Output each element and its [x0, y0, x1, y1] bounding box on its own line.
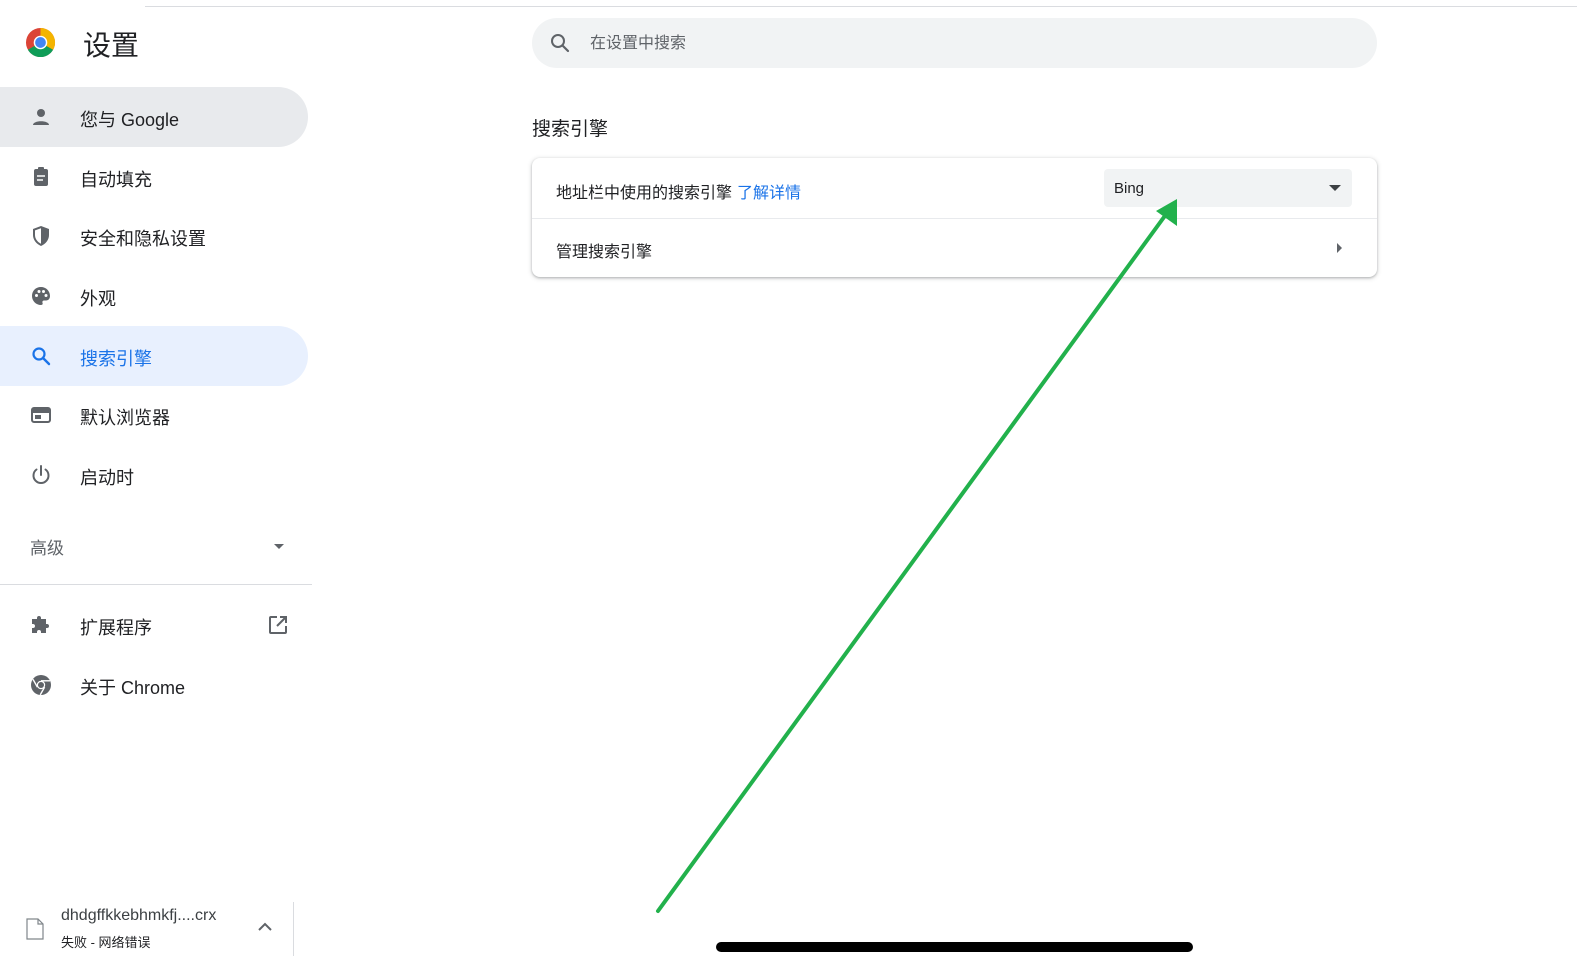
sidebar-item-label: 外观 — [80, 289, 116, 309]
power-icon — [32, 465, 50, 484]
search-engine-dropdown[interactable]: Bing — [1104, 169, 1352, 207]
caret-down-icon — [274, 544, 284, 549]
sidebar-item-label: 启动时 — [80, 468, 134, 488]
sidebar-item-search-engine[interactable]: 搜索引擎 — [0, 326, 308, 386]
chevron-right-icon — [1337, 243, 1342, 253]
sidebar-item-you-and-google[interactable]: 您与 Google — [0, 87, 308, 147]
chrome-outline-icon — [31, 675, 51, 696]
learn-more-link[interactable]: 了解详情 — [737, 185, 801, 202]
sidebar-item-default-browser[interactable]: 默认浏览器 — [0, 385, 308, 445]
settings-search-bar[interactable] — [532, 18, 1377, 70]
sidebar-item-label: 您与 Google — [80, 110, 180, 130]
open-in-new-icon — [269, 616, 287, 634]
puzzle-icon — [32, 616, 49, 633]
sidebar-item-label: 默认浏览器 — [80, 408, 170, 428]
sidebar-advanced-toggle[interactable]: 高级 — [0, 514, 308, 574]
shield-icon — [33, 226, 49, 246]
sidebar-item-about-chrome[interactable]: 关于 Chrome — [0, 655, 308, 715]
browser-window-icon — [31, 407, 51, 423]
download-separator — [293, 902, 294, 956]
address-bar-engine-row: 地址栏中使用的搜索引擎 了解详情 Bing — [532, 158, 1377, 219]
sidebar-item-extensions[interactable]: 扩展程序 — [0, 595, 308, 655]
address-bar-engine-text: 地址栏中使用的搜索引擎 了解详情 — [556, 179, 801, 203]
download-filename[interactable]: dhdgffkkebhmkfj....crx — [61, 907, 216, 925]
sidebar-item-label: 安全和隐私设置 — [80, 229, 206, 249]
sidebar-item-label: 扩展程序 — [80, 618, 152, 638]
search-engine-card: 地址栏中使用的搜索引擎 了解详情 Bing 管理搜索引擎 — [532, 158, 1377, 277]
section-title: 搜索引擎 — [532, 119, 609, 140]
clipboard-icon — [34, 167, 48, 186]
home-indicator — [716, 942, 1193, 952]
sidebar-item-label: 关于 Chrome — [80, 678, 186, 698]
download-status: 失败 - 网络错误 — [61, 935, 151, 950]
sidebar-item-label: 搜索引擎 — [80, 349, 152, 369]
search-icon — [551, 34, 570, 53]
person-icon — [33, 109, 49, 125]
manage-search-engines-label: 管理搜索引擎 — [556, 244, 653, 261]
address-bar-engine-label: 地址栏中使用的搜索引擎 — [556, 185, 733, 202]
sidebar-item-autofill[interactable]: 自动填充 — [0, 147, 308, 207]
top-edge — [145, 0, 1577, 7]
file-icon — [26, 918, 44, 940]
page-title: 设置 — [83, 30, 140, 61]
manage-search-engines-row[interactable]: 管理搜索引擎 — [532, 218, 1377, 277]
sidebar-divider — [0, 584, 312, 585]
sidebar-item-on-startup[interactable]: 启动时 — [0, 445, 308, 505]
search-engine-selected-value: Bing — [1114, 180, 1145, 197]
sidebar-item-label: 自动填充 — [80, 170, 152, 190]
palette-icon — [32, 287, 50, 305]
dropdown-arrow-icon — [1329, 185, 1341, 191]
sidebar-item-privacy-security[interactable]: 安全和隐私设置 — [0, 206, 308, 266]
settings-page: 设置 您与 Google 自动填充 安全和隐私设置 — [0, 0, 1577, 969]
advanced-label: 高级 — [30, 539, 64, 558]
chrome-logo-icon — [25, 27, 56, 58]
search-input[interactable] — [588, 18, 1352, 70]
chevron-up-icon[interactable] — [256, 920, 274, 934]
sidebar-item-appearance[interactable]: 外观 — [0, 266, 308, 326]
search-icon — [32, 347, 51, 366]
